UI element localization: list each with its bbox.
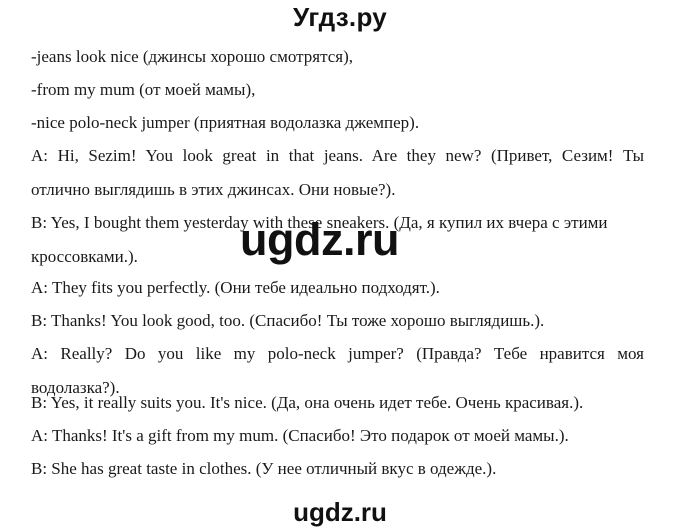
dialogue-line: B: Thanks! You look good, too. (Спасибо!… [31,311,545,330]
dialogue-line: A: Really? Do you like my polo-neck jump… [31,344,644,363]
dialogue-line-continuation: кроссовками.). [31,247,138,266]
site-footer-logo: ugdz.ru [293,497,387,527]
dialogue-line: B: She has great taste in clothes. (У не… [31,459,497,478]
watermark-logo: ugdz.ru [240,214,399,265]
vocab-item: -nice polo-neck jumper (приятная водолаз… [31,113,420,132]
dialogue-line: A: Hi, Sezim! You look great in that jea… [31,146,644,165]
vocab-item: -from my mum (от моей мамы), [31,80,256,99]
dialogue-line: A: Thanks! It's a gift from my mum. (Спа… [31,426,569,445]
dialogue-line: B: Yes, it really suits you. It's nice. … [31,393,584,412]
vocab-item: -jeans look nice (джинсы хорошо смотрятс… [31,47,353,66]
dialogue-line-continuation: отлично выглядишь в этих джинсах. Они но… [31,180,396,199]
dialogue-line: A: They fits you perfectly. (Они тебе ид… [31,278,440,297]
site-header-logo: Угдз.ру [292,2,388,32]
